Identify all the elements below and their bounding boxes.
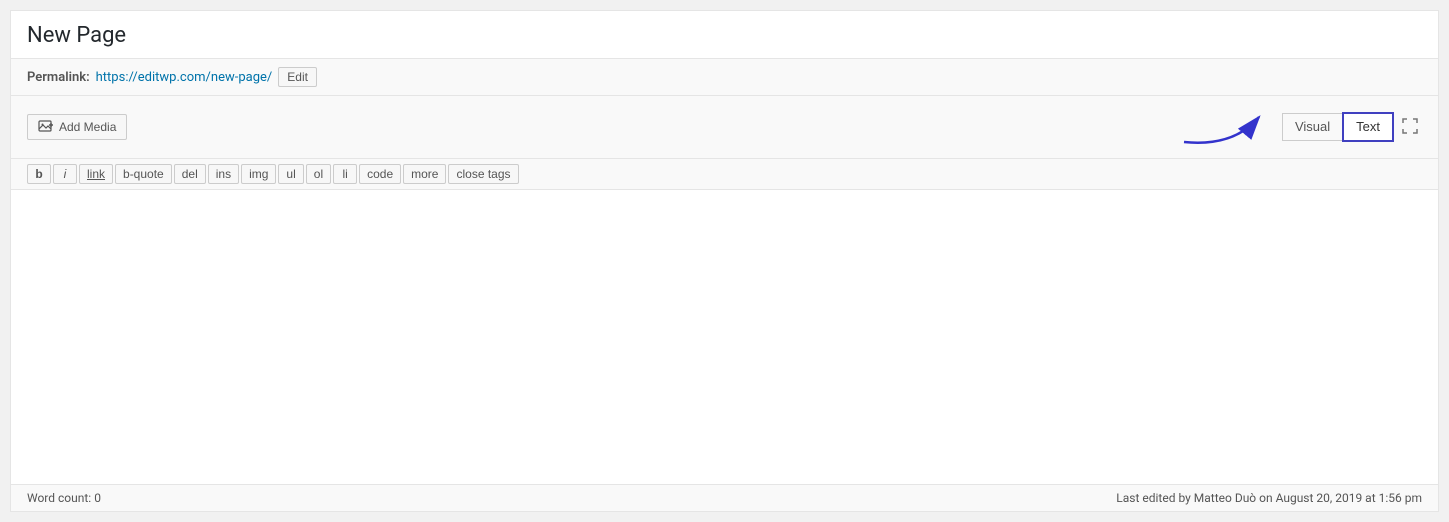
format-bquote-button[interactable]: b-quote <box>115 164 172 184</box>
format-ins-button[interactable]: ins <box>208 164 239 184</box>
word-count-section: Word count: 0 <box>27 491 101 505</box>
editor-toolbar-top: Add Media Visual Text <box>11 96 1438 159</box>
add-media-label: Add Media <box>59 120 116 134</box>
format-bold-button[interactable]: b <box>27 164 51 184</box>
format-bar: b i link b-quote del ins img ul ol li co… <box>11 159 1438 190</box>
format-link-button[interactable]: link <box>79 164 113 184</box>
add-media-button[interactable]: Add Media <box>27 114 127 140</box>
format-code-button[interactable]: code <box>359 164 401 184</box>
fullscreen-icon <box>1402 118 1418 134</box>
format-del-button[interactable]: del <box>174 164 206 184</box>
editor-footer: Word count: 0 Last edited by Matteo Duò … <box>11 484 1438 511</box>
fullscreen-button[interactable] <box>1398 114 1422 141</box>
editor-textarea[interactable] <box>21 200 1428 470</box>
editor-area <box>11 190 1438 484</box>
tab-visual[interactable]: Visual <box>1282 113 1342 141</box>
permalink-edit-button[interactable]: Edit <box>278 67 317 87</box>
format-close-tags-button[interactable]: close tags <box>448 164 518 184</box>
title-bar: New Page <box>11 11 1438 59</box>
format-ol-button[interactable]: ol <box>306 164 331 184</box>
last-edited: Last edited by Matteo Duò on August 20, … <box>1116 491 1422 505</box>
format-li-button[interactable]: li <box>333 164 357 184</box>
tab-text[interactable]: Text <box>1342 112 1394 142</box>
word-count-label: Word count: <box>27 491 91 505</box>
word-count-value: 0 <box>94 491 101 505</box>
annotation-arrow <box>1174 102 1274 152</box>
add-media-icon <box>38 119 54 135</box>
page-title: New Page <box>27 23 1422 48</box>
tab-section: Visual Text <box>1174 102 1422 152</box>
editor-tabs: Visual Text <box>1282 112 1394 142</box>
editor-container: New Page Permalink: https://editwp.com/n… <box>10 10 1439 512</box>
format-ul-button[interactable]: ul <box>278 164 303 184</box>
format-italic-button[interactable]: i <box>53 164 77 184</box>
format-img-button[interactable]: img <box>241 164 276 184</box>
permalink-label: Permalink: <box>27 70 90 85</box>
format-more-button[interactable]: more <box>403 164 446 184</box>
permalink-url[interactable]: https://editwp.com/new-page/ <box>96 70 273 85</box>
permalink-bar: Permalink: https://editwp.com/new-page/ … <box>11 59 1438 96</box>
